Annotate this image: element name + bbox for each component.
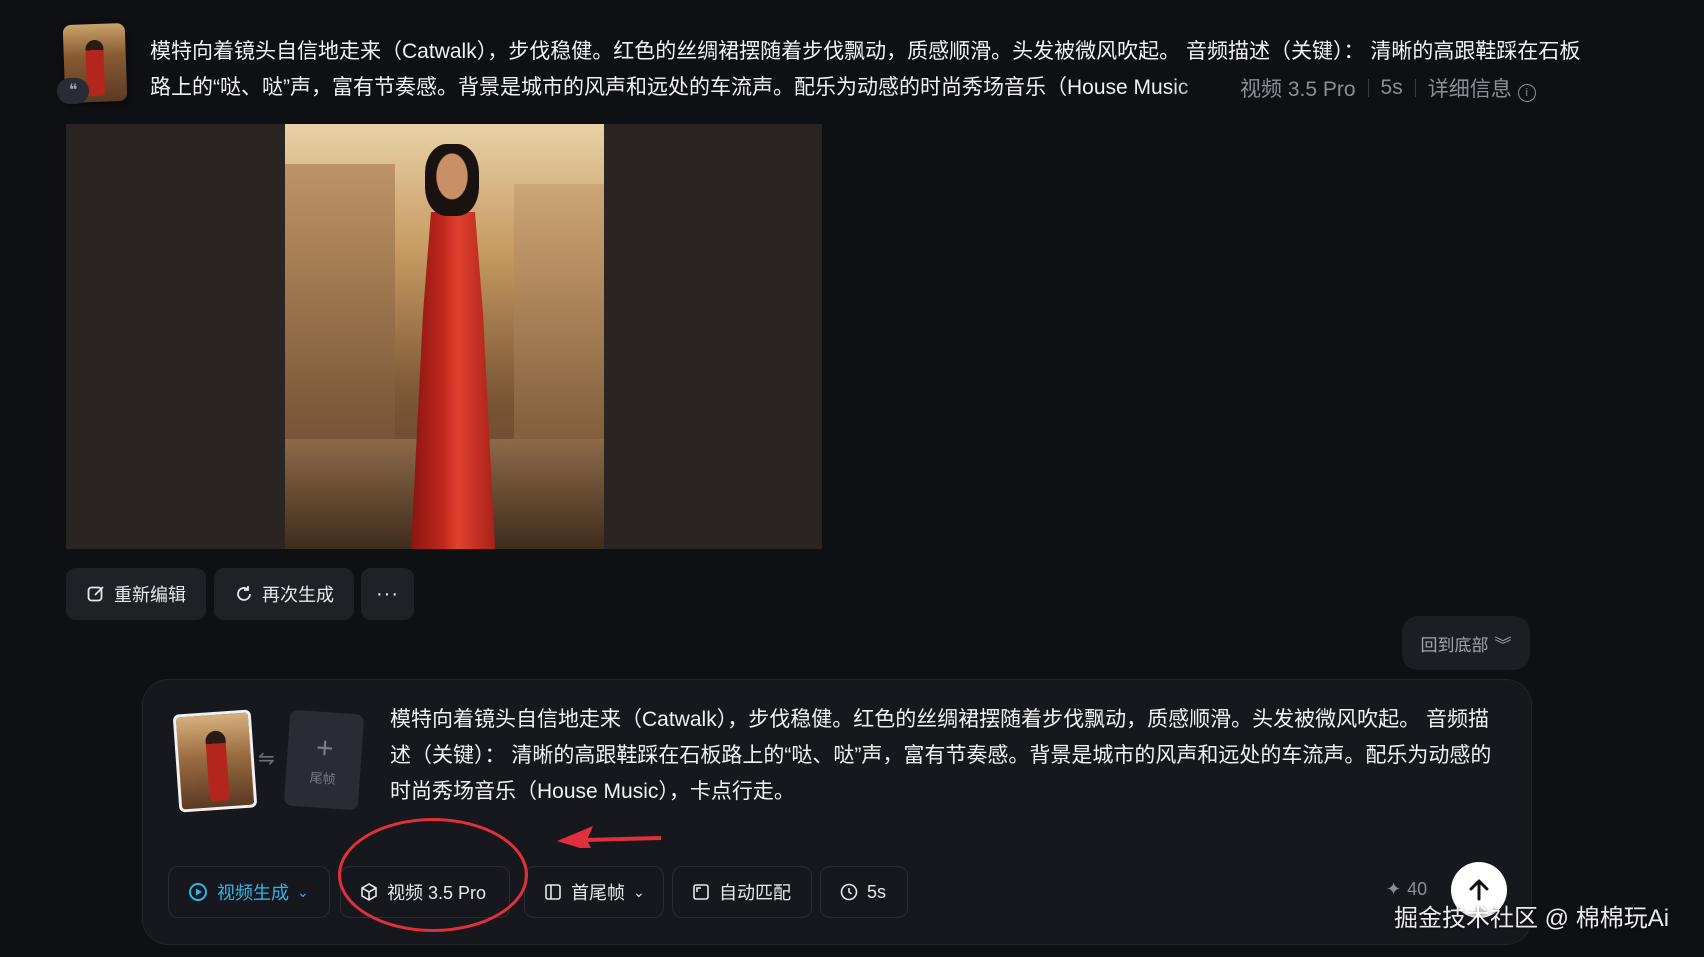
- history-meta: 视频 3.5 Pro 5s 详细信息 i: [1240, 71, 1536, 105]
- refresh-icon: [237, 586, 251, 601]
- chevron-down-icon: ⌄: [297, 883, 309, 900]
- divider: [1367, 79, 1369, 97]
- video-generate-icon: [189, 883, 207, 901]
- regenerate-button[interactable]: 再次生成: [214, 568, 354, 620]
- back-to-bottom-button[interactable]: 回到底部 ︾: [1402, 616, 1530, 670]
- more-icon: ···: [376, 582, 399, 605]
- frames-label: 首尾帧: [571, 883, 625, 903]
- end-frame-label: 尾帧: [309, 769, 337, 787]
- reedit-button[interactable]: 重新编辑: [66, 568, 206, 620]
- reedit-label: 重新编辑: [114, 585, 186, 605]
- frames-dropdown[interactable]: 首尾帧 ⌄: [524, 866, 664, 918]
- divider: [1414, 79, 1416, 97]
- back-to-bottom-label: 回到底部: [1420, 635, 1489, 655]
- plus-icon: +: [314, 730, 335, 766]
- duration-button[interactable]: 5s: [820, 866, 908, 918]
- more-button[interactable]: ···: [361, 568, 414, 620]
- clock-icon: [840, 883, 858, 901]
- aspect-ratio-button[interactable]: 自动匹配: [672, 866, 812, 918]
- prompt-input[interactable]: 模特向着镜头自信地走来（Catwalk），步伐稳健。红色的丝绸裙摆随着步伐飘动，…: [390, 702, 1510, 810]
- credit-cost: ✦ 40: [1386, 879, 1427, 900]
- prompt-fade: [1170, 74, 1240, 104]
- double-chevron-down-icon: ︾: [1494, 635, 1512, 655]
- edit-icon: [87, 586, 104, 602]
- chevron-down-icon: ⌄: [633, 883, 645, 900]
- watermark: 掘金技术社区 @ 棉棉玩Ai: [1394, 905, 1670, 932]
- aspect-ratio-icon: [693, 884, 709, 900]
- mode-label: 视频生成: [217, 883, 289, 903]
- regenerate-label: 再次生成: [262, 585, 334, 605]
- first-frame-image[interactable]: [172, 709, 258, 813]
- history-model: 视频 3.5 Pro: [1240, 78, 1356, 101]
- credit-value: 40: [1407, 879, 1428, 899]
- annotation-ellipse: [338, 818, 528, 932]
- result-video-thumbnail[interactable]: [285, 124, 604, 549]
- end-frame-upload[interactable]: + 尾帧: [283, 709, 365, 811]
- quote-icon[interactable]: ❝: [57, 78, 89, 104]
- history-duration: 5s: [1380, 76, 1403, 99]
- mode-dropdown[interactable]: 视频生成 ⌄: [168, 866, 330, 918]
- annotation-arrow: [557, 826, 662, 848]
- details-link[interactable]: 详细信息 i: [1428, 73, 1536, 103]
- sparkle-icon: ✦: [1386, 879, 1402, 899]
- swap-icon[interactable]: ⇋: [258, 746, 275, 771]
- info-icon: i: [1517, 84, 1536, 102]
- duration-label: 5s: [867, 881, 887, 902]
- frame-icon: [545, 884, 561, 900]
- ratio-label: 自动匹配: [719, 883, 791, 903]
